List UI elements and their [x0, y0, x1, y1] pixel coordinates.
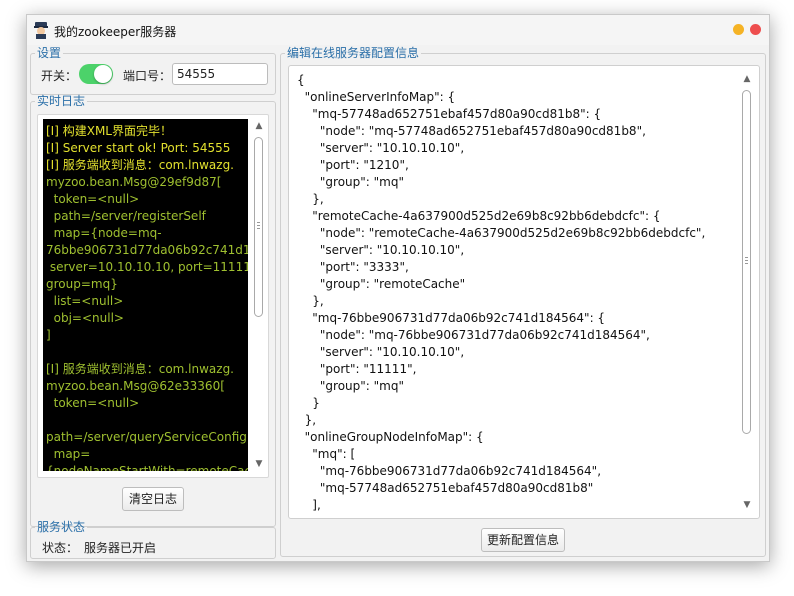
close-button[interactable] — [750, 24, 761, 35]
log-line: ​ — [46, 412, 248, 429]
config-json-line: "remoteCache-4a637900d525d2e69b8c92bb6de… — [297, 209, 661, 223]
config-json-line: "node": "mq-57748ad652751ebaf457d80a90cd… — [297, 124, 646, 138]
clear-log-button[interactable]: 清空日志 — [122, 487, 184, 511]
log-scrollbar[interactable]: ▲ ▼ — [252, 117, 266, 473]
update-config-button[interactable]: 更新配置信息 — [481, 528, 565, 552]
switch-label: 开关： — [41, 69, 78, 83]
log-scroll-thumb[interactable] — [254, 137, 263, 317]
config-json-line: "onlineServerInfoMap": { — [297, 90, 456, 104]
editor-scrollbar[interactable]: ▲ ▼ — [740, 70, 754, 514]
minimize-button[interactable] — [733, 24, 744, 35]
status-value: 服务器已开启 — [84, 541, 157, 555]
config-json-line: "server": "10.10.10.10", — [297, 345, 465, 359]
config-json-line: "node": "mq-76bbe906731d77da06b92c741d18… — [297, 328, 650, 342]
log-line: path=/server/queryServiceConfigByNodeNam… — [46, 430, 248, 444]
editor-scroll-thumb[interactable] — [742, 90, 751, 434]
log-line: path=/server/registerSelf — [46, 209, 206, 223]
config-json-line: "server": "10.10.10.10", — [297, 243, 465, 257]
log-line: [I] 服务端收到消息：com.lnwazg. — [46, 158, 234, 172]
config-json-line: "mq-57748ad652751ebaf457d80a90cd81b8": { — [297, 107, 602, 121]
config-json-line: "server": "10.10.10.10", — [297, 141, 465, 155]
log-line: obj=<null> — [46, 311, 124, 325]
log-line: map={node=mq- — [46, 226, 162, 240]
log-lines: [I] 构建XML界面完毕！ [I] Server start ok! Port:… — [46, 123, 248, 471]
toggle-knob — [94, 65, 112, 83]
status-label: 状态： — [42, 541, 79, 555]
log-line: 76bbe906731d77da06b92c741d184564, — [46, 243, 248, 257]
app-window: 我的zookeeper服务器 设置 开关： 端口号： 实时日志 [I] 构建XM… — [26, 14, 770, 562]
config-json-line: "mq-76bbe906731d77da06b92c741d184564": { — [297, 311, 606, 325]
config-json-line: }, — [297, 413, 317, 427]
editor-scroll-up-icon[interactable]: ▲ — [740, 72, 754, 86]
status-legend: 服务状态 — [37, 520, 86, 534]
config-json-line: "port": "1210", — [297, 158, 409, 172]
editor-scroll-down-icon[interactable]: ▼ — [740, 498, 754, 512]
config-json-line: "group": "remoteCache" — [297, 277, 466, 291]
config-json-line: "group": "mq" — [297, 379, 404, 393]
config-json-line: }, — [297, 192, 324, 206]
log-panel: [I] 构建XML界面完毕！ [I] Server start ok! Port:… — [37, 114, 269, 478]
log-line: myzoo.bean.Msg@29ef9d87[ — [46, 175, 222, 189]
log-line: myzoo.bean.Msg@62e33360[ — [46, 379, 225, 393]
config-json-line: } — [297, 396, 320, 410]
editor-legend: 编辑在线服务器配置信息 — [287, 46, 420, 60]
scroll-up-icon[interactable]: ▲ — [252, 119, 266, 133]
log-line: ] — [46, 328, 51, 342]
config-editor[interactable]: { "onlineServerInfoMap": { "mq-57748ad65… — [288, 65, 760, 519]
title-bar: 我的zookeeper服务器 — [27, 15, 769, 45]
log-line: list=<null> — [46, 294, 124, 308]
log-line: [I] 服务端收到消息：com.lnwazg. — [46, 362, 234, 376]
log-line: group=mq} — [46, 277, 118, 291]
server-switch-toggle[interactable] — [79, 64, 113, 84]
log-line: [I] 构建XML界面完毕！ — [46, 124, 172, 138]
config-json-line: "mq": [ — [297, 447, 356, 461]
app-icon — [34, 22, 48, 39]
config-json-line: "mq-76bbe906731d77da06b92c741d184564", — [297, 464, 602, 478]
port-label: 端口号： — [123, 69, 172, 83]
config-json-line: { — [297, 73, 305, 87]
log-line: token=<null> — [46, 192, 140, 206]
config-json-line: ], — [297, 498, 321, 512]
log-line: map= — [46, 447, 91, 461]
config-json-line: }, — [297, 294, 324, 308]
log-line: ​ — [46, 344, 248, 361]
config-json-line: "node": "remoteCache-4a637900d525d2e69b8… — [297, 226, 706, 240]
config-json-line: "mq-57748ad652751ebaf457d80a90cd81b8" — [297, 481, 594, 495]
log-line: {nodeNameStartWith=remoteCache} — [46, 464, 248, 471]
scroll-down-icon[interactable]: ▼ — [252, 457, 266, 471]
config-json-line: "port": "11111", — [297, 362, 417, 376]
config-json-text[interactable]: { "onlineServerInfoMap": { "mq-57748ad65… — [297, 72, 705, 514]
log-legend: 实时日志 — [37, 94, 86, 108]
config-json-line: "group": "mq" — [297, 175, 404, 189]
log-line: [I] Server start ok! Port: 54555 — [46, 141, 231, 155]
port-input[interactable] — [172, 63, 268, 85]
window-title: 我的zookeeper服务器 — [54, 25, 177, 39]
log-console: [I] 构建XML界面完毕！ [I] Server start ok! Port:… — [43, 119, 248, 471]
log-line: server=10.10.10.10, port=11111, — [46, 260, 248, 274]
config-json-line: "onlineGroupNodeInfoMap": { — [297, 430, 484, 444]
config-json-line: "port": "3333", — [297, 260, 409, 274]
settings-legend: 设置 — [37, 46, 62, 60]
log-line: token=<null> — [46, 396, 140, 410]
